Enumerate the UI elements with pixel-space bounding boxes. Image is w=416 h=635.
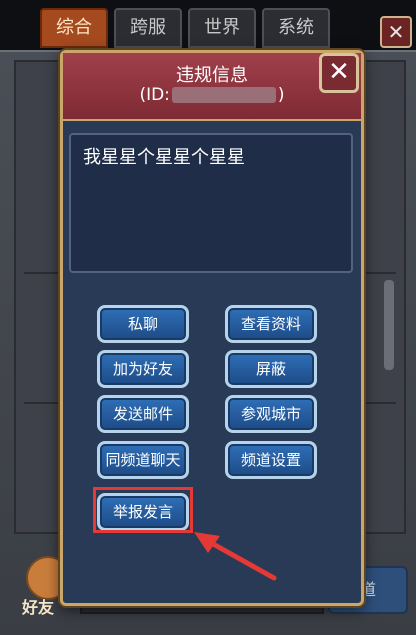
friend-label: 好友: [22, 598, 55, 617]
close-icon[interactable]: ✕: [319, 53, 359, 93]
chat-tab-bar: 综合 跨服 世界 系统: [40, 8, 330, 48]
violation-dialog: 违规信息 (ID:) ✕ 我星星个星星个星星 私聊 查看资料 加为好友 屏蔽 发…: [60, 50, 364, 606]
report-highlight-box: [93, 487, 193, 533]
channel-chat-button[interactable]: 同频道聊天: [97, 441, 189, 479]
dialog-header: 违规信息 (ID:): [63, 53, 361, 121]
dialog-id: (ID:): [63, 85, 361, 105]
tab-system[interactable]: 系统: [262, 8, 330, 48]
id-prefix: (ID:: [139, 85, 170, 105]
redacted-id: [171, 87, 276, 103]
chat-scrollbar[interactable]: [384, 280, 394, 370]
tab-general[interactable]: 综合: [40, 8, 108, 48]
tab-world[interactable]: 世界: [188, 8, 256, 48]
send-mail-button[interactable]: 发送邮件: [97, 395, 189, 433]
reported-message: 我星星个星星个星星: [83, 147, 245, 168]
tab-cross-server[interactable]: 跨服: [114, 8, 182, 48]
message-box: 我星星个星星个星星: [69, 133, 353, 273]
channel-settings-button[interactable]: 频道设置: [225, 441, 317, 479]
private-chat-button[interactable]: 私聊: [97, 305, 189, 343]
chat-close-icon[interactable]: ✕: [380, 16, 412, 48]
block-button[interactable]: 屏蔽: [225, 350, 317, 388]
visit-city-button[interactable]: 参观城市: [225, 395, 317, 433]
dialog-title: 违规信息: [176, 65, 248, 86]
add-friend-button[interactable]: 加为好友: [97, 350, 189, 388]
view-profile-button[interactable]: 查看资料: [225, 305, 317, 343]
id-suffix: ): [277, 85, 285, 105]
